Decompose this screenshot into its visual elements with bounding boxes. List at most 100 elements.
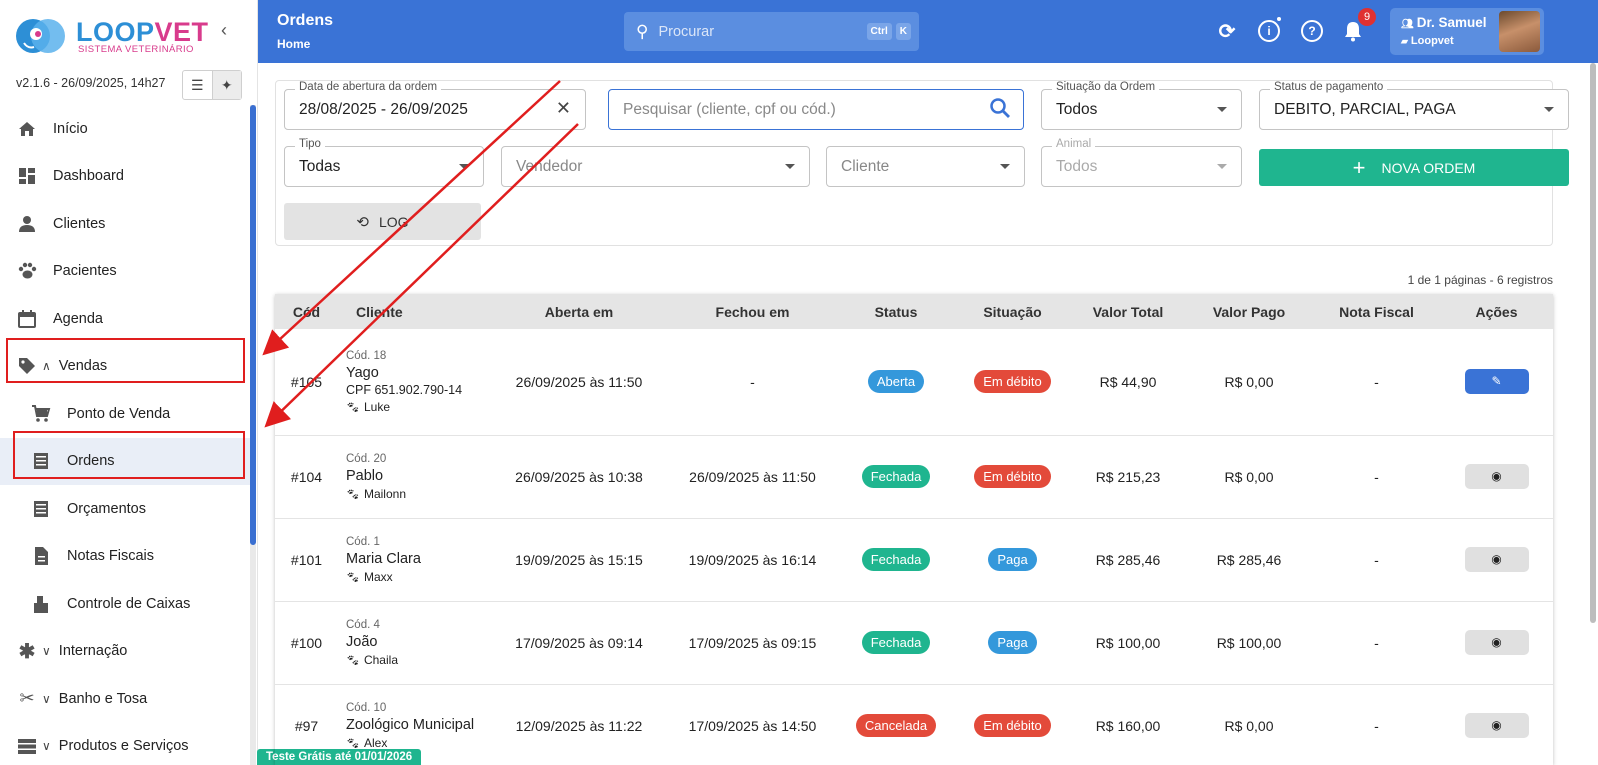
shortcut-k: K xyxy=(895,23,911,40)
sidebar-item-produtos-e-servicos[interactable]: ∨ Produtos e Serviços xyxy=(0,723,250,765)
sparkle-view-icon[interactable]: ✦ xyxy=(211,71,241,99)
version-label: v2.1.6 - 26/09/2025, 14h27 xyxy=(16,76,166,90)
view-button[interactable]: ◉ xyxy=(1464,630,1529,655)
date-range-field[interactable]: Data de abertura da ordem 28/08/2025 - 2… xyxy=(284,81,586,130)
cell-acoes: ◉ xyxy=(1440,601,1553,685)
view-button[interactable]: ◉ xyxy=(1464,713,1529,738)
payment-status-label: Status de pagamento xyxy=(1270,81,1388,93)
main-scrollbar[interactable] xyxy=(1590,63,1596,623)
client-name[interactable]: Pablo xyxy=(346,468,491,484)
client-name[interactable]: Zoológico Municipal xyxy=(346,717,491,733)
asterisk-icon: ✱ xyxy=(18,640,36,663)
view-button[interactable]: ◉ xyxy=(1464,547,1529,572)
col-cod[interactable]: Cód xyxy=(275,294,338,329)
client-name[interactable]: Yago xyxy=(346,365,491,381)
col-aberta-em[interactable]: Aberta em xyxy=(491,294,667,329)
eye-icon: ◉ xyxy=(1491,469,1502,483)
table-row[interactable]: #105 Cód. 18 Yago CPF 651.902.790-14 🐾︎ Luke 2… xyxy=(275,329,1553,436)
client-name[interactable]: João xyxy=(346,634,491,650)
table-row[interactable]: #104 Cód. 20 Pablo 🐾︎ Mailonn 26/09/2025 às 1… xyxy=(275,435,1553,519)
clear-icon[interactable]: ✕ xyxy=(556,98,571,119)
client-cpf: CPF 651.902.790-14 xyxy=(346,382,463,397)
sidebar-item-banho-e-tosa[interactable]: ✂ ∨ Banho e Tosa xyxy=(0,675,250,723)
cell-valor-total: R$ 100,00 xyxy=(1071,601,1185,685)
status-badge: Cancelada xyxy=(855,714,937,737)
col-situacao[interactable]: Situação xyxy=(954,294,1071,329)
cart-icon xyxy=(30,403,52,425)
notification-badge: 9 xyxy=(1358,8,1376,26)
col-status[interactable]: Status xyxy=(838,294,954,329)
sidebar-item-label: Clientes xyxy=(53,215,106,232)
client-name[interactable]: Maria Clara xyxy=(346,551,491,567)
sidebar-item-inicio[interactable]: Início xyxy=(0,105,250,153)
cell-nota-fiscal: - xyxy=(1313,435,1440,519)
search-icon: ⚲ xyxy=(636,21,649,41)
cell-aberta-em: 26/09/2025 às 10:38 xyxy=(491,435,667,519)
cell-valor-pago: R$ 0,00 xyxy=(1185,435,1313,519)
cell-fechou-em: 26/09/2025 às 11:50 xyxy=(667,435,838,519)
col-valor-pago[interactable]: Valor Pago xyxy=(1185,294,1313,329)
global-search[interactable]: ⚲ Procurar Ctrl K xyxy=(624,12,919,51)
info-icon[interactable]: i xyxy=(1258,20,1280,42)
new-order-button[interactable]: + NOVA ORDEM xyxy=(1259,149,1569,186)
situacao-value: Todos xyxy=(1056,101,1098,118)
eye-icon: ◉ xyxy=(1491,718,1502,732)
sidebar-item-internacao[interactable]: ✱ ∨ Internação xyxy=(0,628,250,676)
log-button[interactable]: ⟲ LOG xyxy=(284,203,481,240)
tipo-label: Tipo xyxy=(295,138,325,150)
tipo-select[interactable]: Tipo Todas xyxy=(284,138,484,187)
dropdown-arrow-icon xyxy=(785,164,795,169)
client-code: Cód. 10 xyxy=(346,701,387,714)
sidebar-item-clientes[interactable]: Clientes xyxy=(0,200,250,248)
payment-status-select[interactable]: Status de pagamento DEBITO, PARCIAL, PAG… xyxy=(1259,81,1569,130)
cell-nota-fiscal: - xyxy=(1313,601,1440,685)
date-range-value: 28/08/2025 - 26/09/2025 xyxy=(299,101,468,118)
sidebar-item-controle-de-caixas[interactable]: Controle de Caixas xyxy=(0,580,250,628)
order-search-placeholder: Pesquisar (cliente, cpf ou cód.) xyxy=(623,101,836,118)
table-row[interactable]: #100 Cód. 4 João 🐾︎ Chaila 17/09/2025 às 09:1… xyxy=(275,601,1553,685)
view-button[interactable]: ◉ xyxy=(1464,464,1529,489)
cliente-select[interactable]: Cliente xyxy=(826,146,1025,187)
sidebar-nav: Início Dashboard Clientes Pacientes Agen… xyxy=(0,105,250,765)
order-search-input[interactable]: Pesquisar (cliente, cpf ou cód.) xyxy=(608,89,1024,130)
sidebar-item-ordens[interactable]: Ordens xyxy=(0,437,250,485)
collapse-sidebar-icon[interactable]: ‹ xyxy=(213,20,235,44)
sidebar-item-ponto-de-venda[interactable]: Ponto de Venda xyxy=(0,390,250,438)
cell-cod: #97 xyxy=(275,684,338,765)
search-icon[interactable] xyxy=(989,97,1011,122)
sidebar-scrollbar[interactable] xyxy=(250,105,256,545)
col-nota-fiscal[interactable]: Nota Fiscal xyxy=(1313,294,1440,329)
status-badge: Aberta xyxy=(867,370,925,394)
sidebar-item-dashboard[interactable]: Dashboard xyxy=(0,153,250,201)
sidebar-item-agenda[interactable]: Agenda xyxy=(0,295,250,343)
cell-valor-pago: R$ 100,00 xyxy=(1185,601,1313,685)
col-valor-total[interactable]: Valor Total xyxy=(1071,294,1185,329)
eye-icon: ◉ xyxy=(1491,552,1502,566)
brand-logo[interactable]: LOOPVET SISTEMA VETERINÁRIO xyxy=(14,17,208,57)
col-fechou-em[interactable]: Fechou em xyxy=(667,294,838,329)
help-icon[interactable]: ? xyxy=(1301,20,1323,42)
breadcrumb[interactable]: Home xyxy=(277,37,310,51)
cell-acoes: ◉ xyxy=(1440,518,1553,602)
cell-valor-pago: R$ 285,46 xyxy=(1185,518,1313,602)
bell-icon[interactable] xyxy=(1343,20,1363,45)
sidebar-item-pacientes[interactable]: Pacientes xyxy=(0,248,250,296)
edit-button[interactable]: ✎ xyxy=(1464,369,1529,395)
table-row[interactable]: #97 Cód. 10 Zoológico Municipal 🐾︎ Alex 12/09… xyxy=(275,684,1553,765)
cell-cliente: Cód. 20 Pablo 🐾︎ Mailonn xyxy=(338,435,491,519)
list-view-icon[interactable]: ☰ xyxy=(183,71,212,99)
vendedor-select[interactable]: Vendedor xyxy=(501,146,810,187)
cell-aberta-em: 17/09/2025 às 09:14 xyxy=(491,601,667,685)
user-menu[interactable]: 👥︎ Dr. Samuel ▰ Loopvet xyxy=(1390,8,1544,55)
sidebar-item-orcamentos[interactable]: Orçamentos xyxy=(0,485,250,533)
dropdown-arrow-icon xyxy=(1217,107,1227,112)
table-row[interactable]: #101 Cód. 1 Maria Clara 🐾︎ Maxx 19/09/2025 às… xyxy=(275,518,1553,602)
sidebar-item-vendas[interactable]: ∧ Vendas xyxy=(0,343,250,391)
situacao-select[interactable]: Situação da Ordem Todos xyxy=(1041,81,1242,130)
cell-valor-pago: R$ 0,00 xyxy=(1185,684,1313,765)
sidebar-item-notas-fiscais[interactable]: Notas Fiscais xyxy=(0,533,250,581)
sync-icon[interactable]: ⟳ xyxy=(1216,20,1238,43)
cell-status: Fechada xyxy=(838,518,954,602)
paw-icon: 🐾︎ xyxy=(346,654,360,667)
col-cliente[interactable]: Cliente xyxy=(338,294,491,329)
